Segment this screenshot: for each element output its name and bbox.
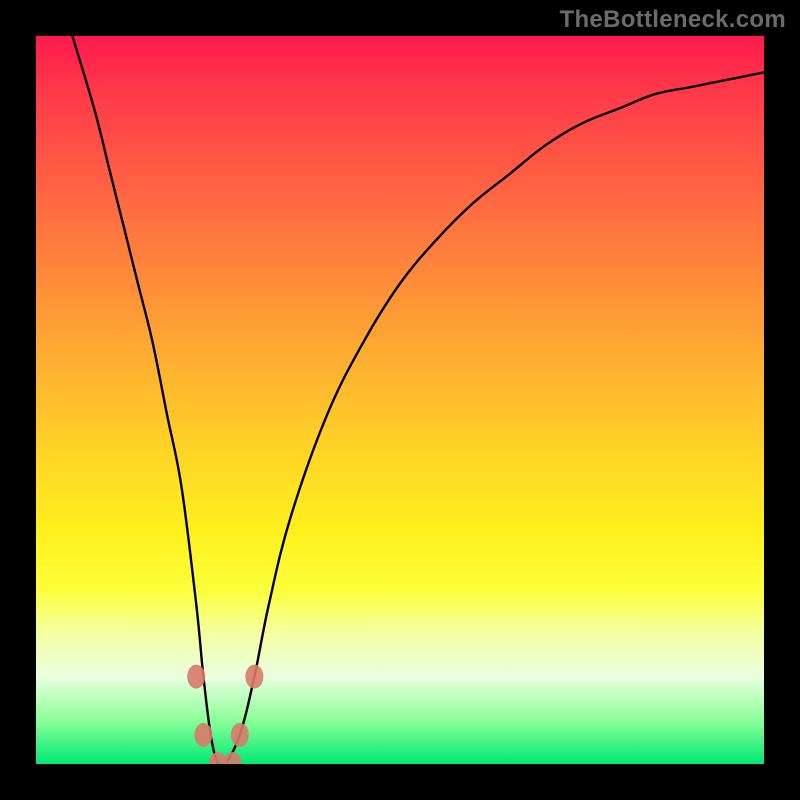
marker-dot (231, 723, 249, 747)
curve-markers (187, 665, 263, 764)
marker-dot (245, 665, 263, 689)
marker-dot (194, 723, 212, 747)
outer-frame: TheBottleneck.com (0, 0, 800, 800)
bottleneck-curve (72, 36, 764, 764)
marker-dot (187, 665, 205, 689)
curve-svg (36, 36, 764, 764)
watermark-text: TheBottleneck.com (560, 6, 786, 34)
marker-dot (224, 752, 242, 764)
plot-area (36, 36, 764, 764)
